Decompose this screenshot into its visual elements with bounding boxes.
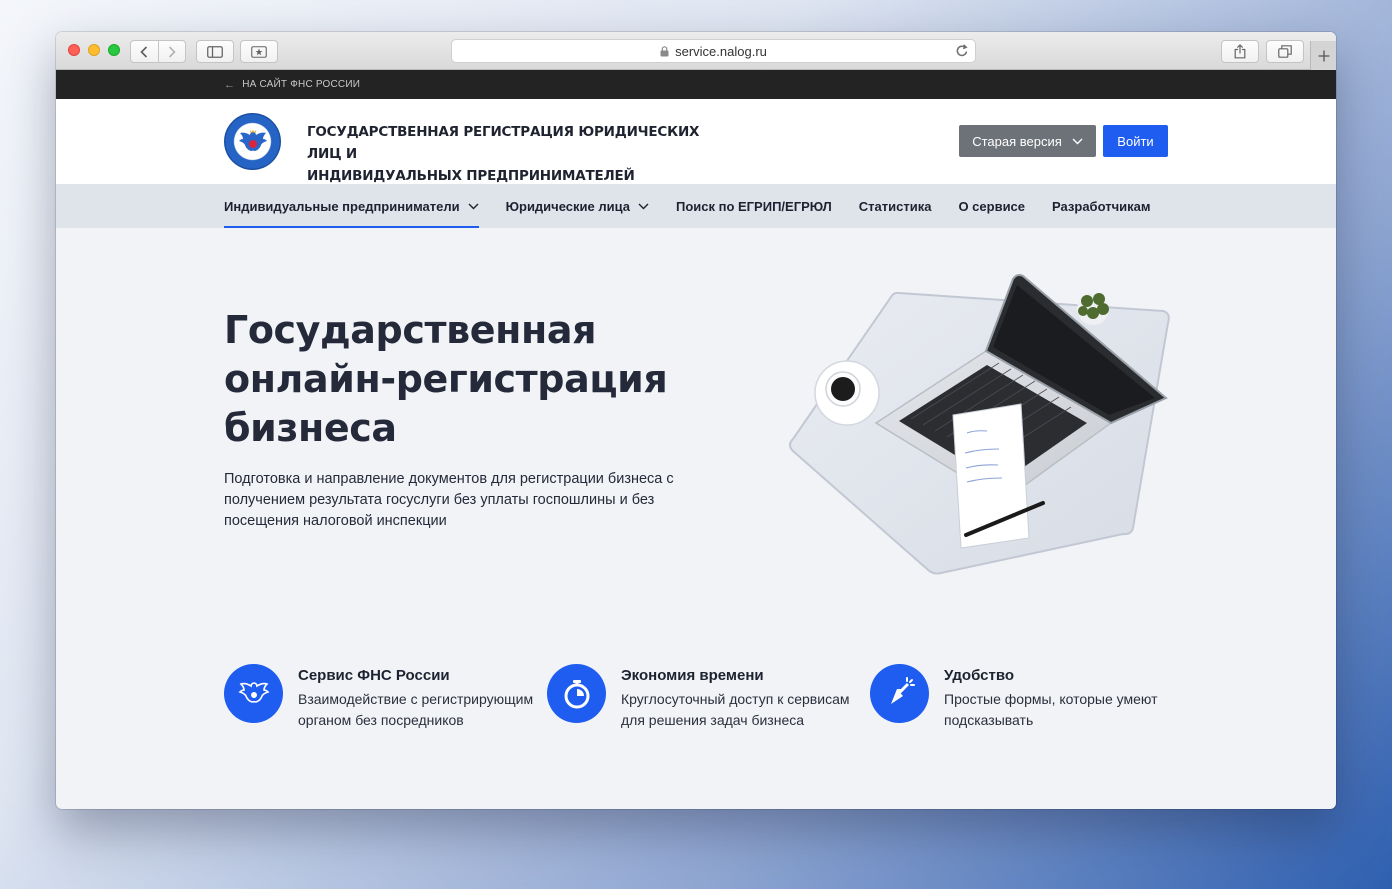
chevron-left-icon bbox=[140, 45, 148, 58]
browser-toolbar: service.nalog.ru bbox=[56, 32, 1336, 70]
hero-title-line2: онлайн-регистрация bbox=[224, 357, 668, 401]
feature-title: Экономия времени bbox=[621, 667, 764, 684]
menu-item-label: Статистика bbox=[858, 198, 932, 214]
menu-item-label: Индивидуальные предприниматели bbox=[224, 198, 460, 214]
feature-description: Взаимодействие с регистрирующим органом … bbox=[298, 691, 534, 728]
eagle-emblem-icon bbox=[238, 129, 267, 151]
share-button[interactable] bbox=[1221, 40, 1259, 63]
site-title: ГОСУДАРСТВЕННАЯ РЕГИСТРАЦИЯ ЮРИДИЧЕСКИХ … bbox=[307, 121, 707, 187]
browser-window: service.nalog.ru ← НА САЙТ ФНС РОССИИ ГО… bbox=[56, 32, 1336, 809]
menu-item-statistics[interactable]: Статистика bbox=[859, 184, 932, 228]
old-version-label: Старая версия bbox=[972, 133, 1062, 149]
site-title-line1: ГОСУДАРСТВЕННАЯ РЕГИСТРАЦИЯ ЮРИДИЧЕСКИХ … bbox=[307, 124, 700, 162]
feature-convenience: Удобство Простые формы, которые умеют по… bbox=[870, 664, 1184, 731]
feature-fns-service: Сервис ФНС России Взаимодействие с регис… bbox=[224, 664, 538, 731]
plus-icon bbox=[1318, 50, 1329, 61]
feature-description: Круглосуточный доступ к сервисам для реш… bbox=[621, 691, 850, 728]
menu-item-about[interactable]: О сервисе bbox=[958, 184, 1025, 228]
star-icon bbox=[251, 45, 267, 58]
menu-item-label: Юридические лица bbox=[505, 198, 630, 214]
menu-item-label: Поиск по ЕГРИП/ЕГРЮЛ bbox=[675, 198, 832, 214]
sidebar-toggle-button[interactable] bbox=[196, 40, 234, 63]
login-label: Войти bbox=[1117, 133, 1154, 149]
old-version-button[interactable]: Старая версия bbox=[959, 125, 1096, 157]
chevron-down-icon bbox=[468, 203, 479, 210]
menu-item-search[interactable]: Поиск по ЕГРИП/ЕГРЮЛ bbox=[676, 184, 832, 228]
zoom-window-button[interactable] bbox=[108, 44, 120, 56]
back-button[interactable] bbox=[131, 41, 158, 62]
hero-section: Государственная онлайн-регистрация бизне… bbox=[56, 228, 1336, 809]
window-controls bbox=[68, 44, 120, 56]
top-sites-button[interactable] bbox=[240, 40, 278, 63]
tab-overview-button[interactable] bbox=[1266, 40, 1304, 63]
new-tab-button[interactable] bbox=[1310, 41, 1336, 70]
chevron-down-icon bbox=[638, 203, 649, 210]
chevron-down-icon bbox=[1072, 138, 1083, 144]
sidebar-icon bbox=[207, 45, 223, 58]
laptop-desk-illustration bbox=[789, 274, 1170, 575]
site-header: ГОСУДАРСТВЕННАЯ РЕГИСТРАЦИЯ ЮРИДИЧЕСКИХ … bbox=[56, 99, 1336, 184]
share-icon bbox=[1234, 44, 1246, 59]
main-menu: Индивидуальные предприниматели Юридическ… bbox=[56, 184, 1336, 228]
back-to-fns-link[interactable]: НА САЙТ ФНС РОССИИ bbox=[242, 79, 360, 90]
menu-item-label: О сервисе bbox=[958, 198, 1026, 214]
menu-item-legal-entities[interactable]: Юридические лица bbox=[506, 184, 649, 228]
minimize-window-button[interactable] bbox=[88, 44, 100, 56]
url-text: service.nalog.ru bbox=[675, 43, 767, 59]
stopwatch-icon bbox=[547, 664, 606, 723]
hero-title-line1: Государственная bbox=[224, 308, 597, 352]
feature-title: Удобство bbox=[944, 667, 1015, 684]
cursor-click-icon bbox=[870, 664, 929, 723]
arrow-left-icon: ← bbox=[224, 78, 236, 91]
fns-logo[interactable] bbox=[224, 113, 281, 170]
history-nav bbox=[130, 40, 186, 63]
menu-item-developers[interactable]: Разработчикам bbox=[1052, 184, 1150, 228]
lock-icon bbox=[660, 45, 669, 57]
tabs-icon bbox=[1278, 45, 1292, 58]
fns-topbar: ← НА САЙТ ФНС РОССИИ bbox=[56, 70, 1336, 99]
forward-button[interactable] bbox=[157, 41, 185, 62]
chevron-right-icon bbox=[168, 45, 176, 58]
close-window-button[interactable] bbox=[68, 44, 80, 56]
feature-title: Сервис ФНС России bbox=[298, 667, 450, 684]
hero-title-line3: бизнеса bbox=[224, 406, 397, 450]
menu-item-label: Разработчикам bbox=[1052, 198, 1151, 214]
menu-item-entrepreneurs[interactable]: Индивидуальные предприниматели bbox=[224, 184, 479, 228]
hero-subtitle: Подготовка и направление документов для … bbox=[224, 471, 674, 529]
eagle-icon bbox=[224, 664, 283, 723]
login-button[interactable]: Войти bbox=[1103, 125, 1168, 157]
address-bar[interactable]: service.nalog.ru bbox=[451, 39, 976, 63]
feature-description: Простые формы, которые умеют подсказыват… bbox=[944, 691, 1158, 728]
reload-icon[interactable] bbox=[955, 43, 969, 59]
hero-title: Государственная онлайн-регистрация бизне… bbox=[224, 306, 744, 453]
feature-time-saving: Экономия времени Круглосуточный доступ к… bbox=[547, 664, 861, 731]
